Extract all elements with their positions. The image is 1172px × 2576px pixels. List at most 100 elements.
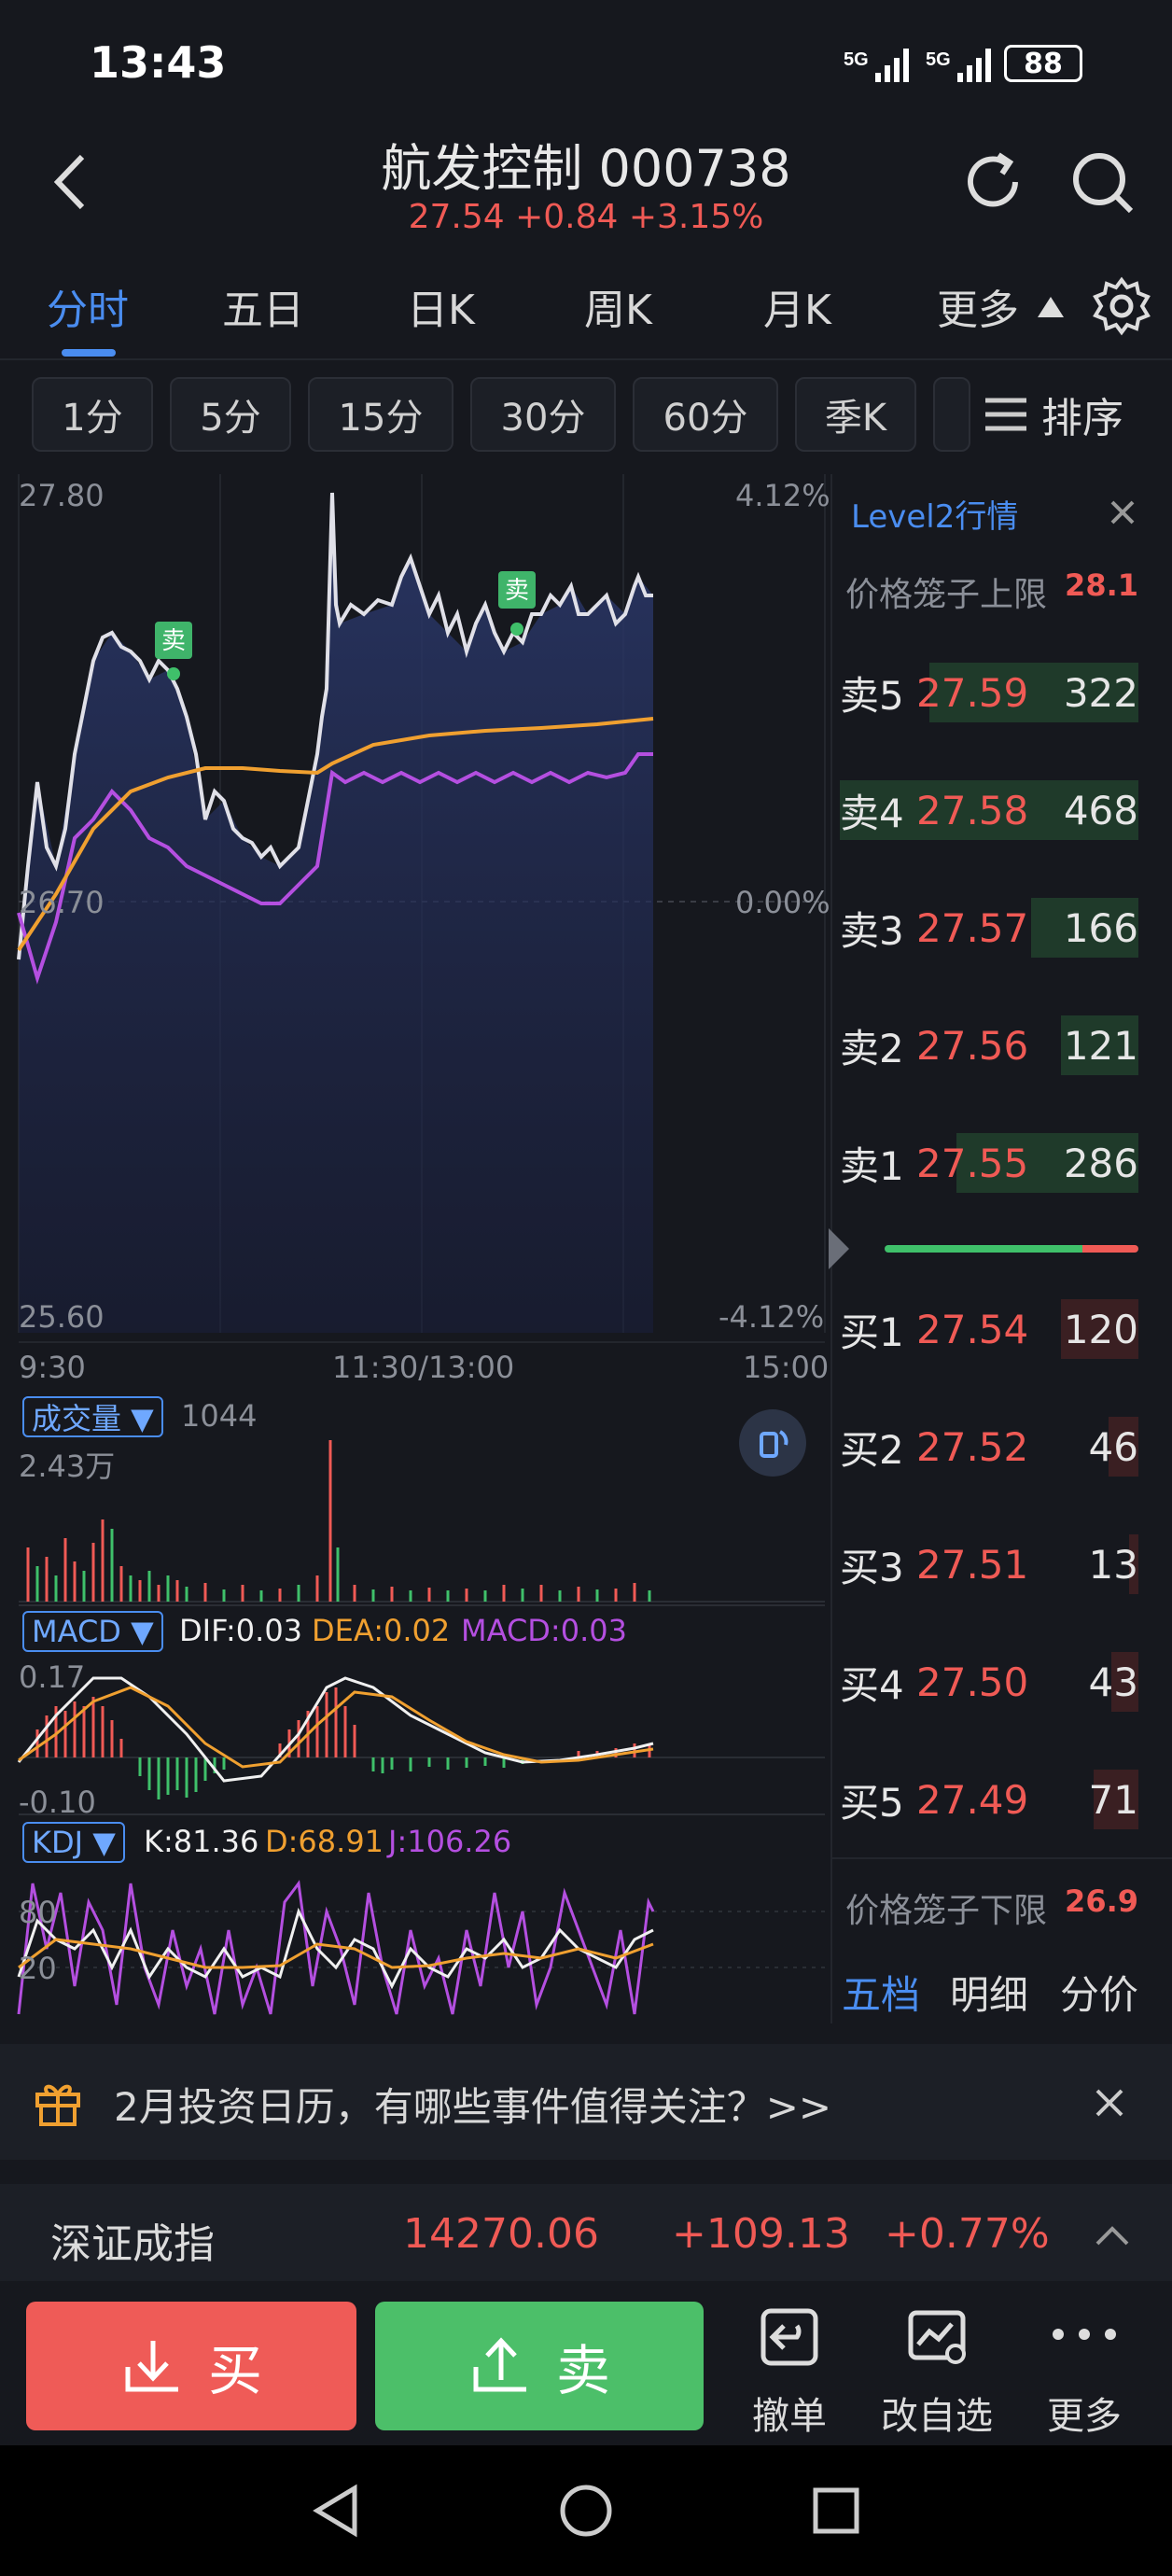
upper-limit-value: 28.1 bbox=[1065, 567, 1138, 603]
ask-row[interactable]: 卖4 27.58 468 bbox=[840, 775, 1138, 846]
rotate-icon[interactable] bbox=[739, 1409, 806, 1477]
kdj-indicator-tag[interactable]: KDJ ▼ bbox=[22, 1822, 125, 1863]
close-icon[interactable] bbox=[1107, 497, 1138, 528]
banner-close-icon[interactable] bbox=[1094, 2087, 1125, 2119]
lower-limit-row: 价格笼子下限 26.9 bbox=[845, 1883, 1138, 1932]
upload-icon bbox=[473, 2337, 526, 2392]
macd-indicator-tag[interactable]: MACD ▼ bbox=[22, 1611, 163, 1652]
ask-volume: 166 bbox=[1063, 904, 1138, 951]
interval-15min[interactable]: 15分 bbox=[308, 377, 453, 452]
tab-five-day[interactable]: 五日 bbox=[222, 276, 304, 336]
interval-5min[interactable]: 5分 bbox=[170, 377, 291, 452]
ask-level-label: 卖4 bbox=[840, 790, 904, 836]
ask-row[interactable]: 卖5 27.59 322 bbox=[840, 657, 1138, 728]
cancel-order-button[interactable]: 撤单 bbox=[724, 2296, 855, 2438]
kdj-d-value: D:68.91 bbox=[265, 1824, 384, 1859]
level2-divider bbox=[832, 1857, 1172, 1859]
sell-marker-2[interactable]: 卖 bbox=[498, 571, 536, 636]
macd-value: MACD:0.03 bbox=[461, 1613, 627, 1648]
ask-volume: 121 bbox=[1063, 1022, 1138, 1069]
promo-banner[interactable]: 2月投资日历，有哪些事件值得关注？>> bbox=[0, 2044, 1172, 2160]
bid-level-label: 买4 bbox=[840, 1661, 904, 1708]
cancel-order-label: 撤单 bbox=[752, 2395, 827, 2438]
more-button[interactable]: 更多 bbox=[1019, 2296, 1150, 2438]
nav-home-icon[interactable] bbox=[558, 2483, 614, 2539]
sell-button[interactable]: 卖 bbox=[375, 2302, 704, 2430]
tab-weekly-k[interactable]: 周K bbox=[584, 276, 652, 336]
bid-row[interactable]: 买1 27.54 120 bbox=[840, 1294, 1138, 1365]
interval-1min[interactable]: 1分 bbox=[32, 377, 153, 452]
interval-60min[interactable]: 60分 bbox=[633, 377, 778, 452]
level2-tab-five-level[interactable]: 五档 bbox=[842, 1964, 920, 2021]
divider bbox=[0, 358, 1172, 360]
ask-volume: 468 bbox=[1063, 787, 1138, 833]
tab-more[interactable]: 更多 bbox=[937, 276, 1019, 336]
kdj-20-label: 20 bbox=[19, 1951, 57, 1986]
tab-intraday[interactable]: 分时 bbox=[47, 276, 129, 336]
system-nav-bar bbox=[0, 2445, 1172, 2576]
chevron-up-icon[interactable] bbox=[1092, 2216, 1133, 2253]
ask-row[interactable]: 卖1 27.55 286 bbox=[840, 1127, 1138, 1198]
list-icon bbox=[985, 398, 1026, 431]
gift-icon bbox=[35, 2084, 80, 2126]
more-label: 更多 bbox=[1047, 2395, 1122, 2438]
status-time: 13:43 bbox=[90, 37, 227, 88]
volume-indicator-tag[interactable]: 成交量 ▼ bbox=[22, 1396, 163, 1437]
level2-title: Level2行情 bbox=[851, 498, 1019, 536]
gear-icon[interactable] bbox=[1092, 276, 1151, 336]
bid-row[interactable]: 买4 27.50 43 bbox=[840, 1646, 1138, 1717]
price-high-label: 27.80 bbox=[19, 478, 105, 513]
banner-text: 2月投资日历，有哪些事件值得关注？>> bbox=[114, 2084, 832, 2130]
buy-sell-ratio-bar bbox=[885, 1245, 1138, 1253]
ask-price: 27.57 bbox=[916, 904, 1029, 951]
battery-icon: 88 bbox=[1004, 45, 1082, 82]
pct-high-label: 4.12% bbox=[735, 478, 830, 513]
sell-marker-1[interactable]: 卖 bbox=[155, 622, 192, 680]
ask-row[interactable]: 卖2 27.56 121 bbox=[840, 1010, 1138, 1081]
ask-level-label: 卖5 bbox=[840, 672, 904, 719]
bid-row[interactable]: 买2 27.52 46 bbox=[840, 1411, 1138, 1482]
cancel-order-icon bbox=[760, 2308, 818, 2366]
time-end-label: 15:00 bbox=[743, 1350, 830, 1385]
intraday-chart[interactable]: 卖 卖 bbox=[0, 474, 830, 2023]
nav-recents-icon[interactable] bbox=[808, 2483, 864, 2539]
price-area bbox=[19, 493, 653, 1333]
bid-row[interactable]: 买5 27.49 71 bbox=[840, 1764, 1138, 1835]
level2-tab-price-dist[interactable]: 分价 bbox=[1060, 1964, 1138, 2021]
volume-scale: 2.43万 bbox=[19, 1449, 116, 1484]
battery-level: 88 bbox=[1024, 47, 1063, 80]
level2-tab-detail[interactable]: 明细 bbox=[950, 1964, 1028, 2021]
bid-level-label: 买5 bbox=[840, 1779, 904, 1826]
search-icon[interactable] bbox=[1069, 149, 1137, 217]
edit-watchlist-label: 改自选 bbox=[881, 2395, 993, 2438]
edit-watchlist-button[interactable]: 改自选 bbox=[872, 2296, 1002, 2438]
macd-dea-value: DEA:0.02 bbox=[312, 1613, 451, 1648]
interval-year-k-partial[interactable] bbox=[933, 377, 970, 452]
index-value: 14270.06 bbox=[403, 2210, 599, 2258]
price-mid-label: 26.70 bbox=[19, 885, 105, 920]
collapse-handle-icon[interactable] bbox=[829, 1228, 849, 1269]
macd-top-label: 0.17 bbox=[19, 1659, 86, 1695]
bid-row[interactable]: 买3 27.51 13 bbox=[840, 1529, 1138, 1600]
tab-daily-k[interactable]: 日K bbox=[407, 276, 475, 336]
nav-back-icon[interactable] bbox=[308, 2483, 364, 2539]
pct-mid-label: 0.00% bbox=[735, 885, 830, 920]
kdj-j-value: J:106.26 bbox=[388, 1824, 512, 1859]
svg-text:5G: 5G bbox=[926, 49, 951, 70]
tab-monthly-k[interactable]: 月K bbox=[763, 276, 831, 336]
sort-button[interactable]: 排序 bbox=[978, 377, 1172, 452]
kdj-k-value: K:81.36 bbox=[144, 1824, 259, 1859]
buy-label: 买 bbox=[207, 2339, 262, 2402]
lower-limit-value: 26.9 bbox=[1065, 1883, 1138, 1919]
triangle-up-icon bbox=[1038, 297, 1064, 317]
ask-row[interactable]: 卖3 27.57 166 bbox=[840, 892, 1138, 963]
bid-volume: 13 bbox=[1088, 1541, 1138, 1588]
bid-volume: 46 bbox=[1088, 1423, 1138, 1470]
index-bar[interactable]: 深证成指 14270.06 +109.13 +0.77% bbox=[0, 2184, 1172, 2281]
buy-button[interactable]: 买 bbox=[26, 2302, 356, 2430]
interval-30min[interactable]: 30分 bbox=[470, 377, 616, 452]
interval-quarter-k[interactable]: 季K bbox=[795, 377, 916, 452]
macd-bottom-label: -0.10 bbox=[19, 1785, 96, 1820]
bid-level-label: 买3 bbox=[840, 1544, 904, 1590]
refresh-icon[interactable] bbox=[961, 149, 1026, 215]
